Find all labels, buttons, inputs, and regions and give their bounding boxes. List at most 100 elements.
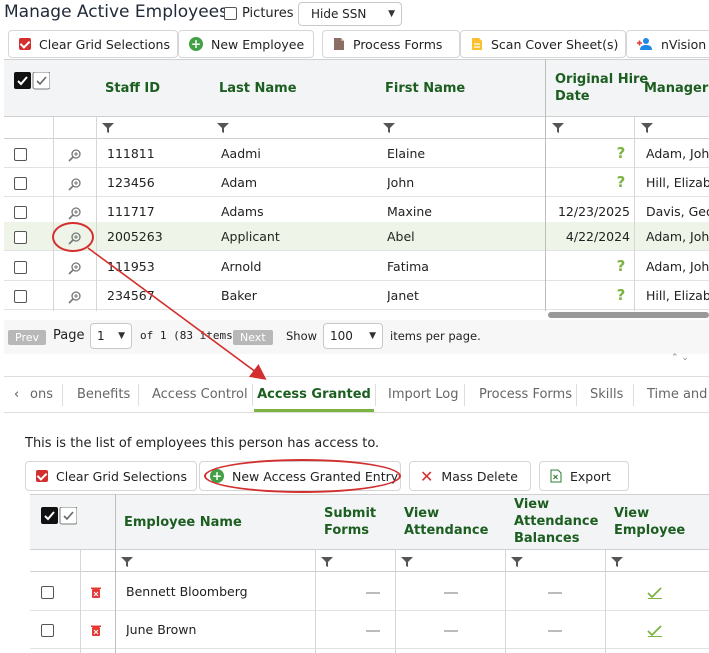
filter-icon[interactable] (102, 123, 114, 133)
table-row[interactable]: June Brown (30, 611, 709, 649)
page-number-select[interactable]: 1 ▼ (90, 323, 132, 349)
tab-add-ons[interactable]: ons (30, 378, 53, 412)
filter-icon[interactable] (401, 557, 413, 567)
row-checkbox[interactable] (14, 177, 27, 190)
cell-last-name: Arnold (221, 259, 262, 274)
col-first-name[interactable]: First Name (385, 80, 465, 97)
row-checkbox[interactable] (41, 624, 54, 637)
ssn-select-value: Hide SSN (311, 7, 367, 21)
plus-circle-icon: + (189, 37, 203, 51)
filter-icon[interactable] (217, 123, 229, 133)
add-user-icon (637, 37, 653, 51)
items-per-page-select[interactable]: 100 ▼ (323, 323, 383, 349)
filter-icon[interactable] (383, 123, 395, 133)
row-checkbox[interactable] (14, 231, 27, 244)
mass-delete-button[interactable]: ✕ Mass Delete (409, 461, 531, 491)
col-manager[interactable]: Manager / (644, 80, 709, 97)
page-number-value: 1 (97, 329, 105, 343)
cell-manager: Adam, John (646, 146, 709, 161)
pictures-toggle[interactable]: Pictures (224, 6, 293, 21)
col-employee-name[interactable]: Employee Name (124, 514, 242, 531)
submit-forms-dash (348, 573, 398, 611)
tab-access-control[interactable]: Access Control (152, 378, 248, 412)
access-select-all-checkbox[interactable] (41, 506, 78, 529)
trash-icon[interactable] (91, 573, 101, 611)
trash-icon[interactable] (91, 611, 101, 649)
row-checkbox[interactable] (41, 586, 54, 599)
new-employee-label: New Employee (211, 36, 305, 52)
tab-process-forms[interactable]: Process Forms (479, 378, 572, 412)
close-icon: ✕ (420, 466, 434, 486)
tab-import-log[interactable]: Import Log (388, 378, 459, 412)
export-button[interactable]: Export (539, 461, 629, 491)
select-all-checkbox[interactable] (14, 71, 51, 94)
filter-icon[interactable] (121, 557, 133, 567)
tab-benefits[interactable]: Benefits (77, 378, 130, 412)
cell-hire-date: 4/22/2024 (565, 229, 630, 244)
table-row[interactable]: 111811AadmiElaine?Adam, John (4, 139, 709, 168)
access-clear-grid-button[interactable]: Clear Grid Selections (25, 461, 197, 491)
cell-first-name: Abel (387, 229, 415, 244)
zoom-icon[interactable] (68, 252, 82, 281)
table-row[interactable]: 111953ArnoldFatima?Adam, John (4, 252, 709, 281)
annotation-circle-zoom (52, 222, 94, 252)
filter-icon[interactable] (321, 557, 333, 567)
show-label: Show (286, 329, 318, 343)
filter-icon[interactable] (511, 557, 523, 567)
tab-scroll-left-icon[interactable]: ‹ (14, 378, 26, 412)
table-row[interactable]: Bennett Bloomberg (30, 573, 709, 611)
col-view-employee[interactable]: View Employee (614, 505, 685, 539)
row-checkbox[interactable] (14, 148, 27, 161)
checked-box-icon (36, 470, 48, 482)
pictures-checkbox[interactable] (224, 7, 237, 20)
col-submit-forms-line2: Forms (324, 523, 369, 538)
pictures-label: Pictures (242, 6, 294, 21)
cell-manager: Adam, John (646, 259, 709, 274)
new-employee-button[interactable]: + New Employee (178, 30, 314, 58)
next-page-button[interactable]: Next (233, 330, 273, 345)
ssn-select[interactable]: Hide SSN ▼ (298, 2, 402, 26)
items-per-page-label: items per page. (390, 329, 481, 343)
table-row[interactable]: 2005263 Applicant Abel 4/22/2024 Adam, John (4, 222, 709, 251)
nvision-button[interactable]: nVision E (626, 30, 709, 58)
prev-page-button[interactable]: Prev (8, 330, 46, 345)
col-view-attendance-balances[interactable]: View Attendance Balances (514, 496, 598, 547)
clear-grid-selections-button[interactable]: Clear Grid Selections (8, 30, 178, 58)
filter-icon[interactable] (552, 123, 564, 133)
table-row[interactable]: 123456AdamJohn?Hill, Elizabe (4, 168, 709, 197)
process-forms-button[interactable]: Process Forms (322, 30, 460, 58)
row-checkbox[interactable] (14, 206, 27, 219)
filter-icon[interactable] (611, 557, 623, 567)
cell-first-name: Janet (387, 288, 419, 303)
col-divider (96, 117, 97, 311)
col-divider (53, 117, 54, 311)
cell-staff-id: 2005263 (107, 229, 163, 244)
filter-icon[interactable] (641, 123, 653, 133)
horizontal-scrollbar[interactable] (548, 312, 709, 318)
tab-skills[interactable]: Skills (590, 378, 623, 412)
submit-forms-dash (348, 611, 398, 649)
col-view-attendance[interactable]: View Attendance (404, 505, 488, 539)
col-last-name[interactable]: Last Name (219, 80, 297, 97)
row-checkbox[interactable] (14, 261, 27, 274)
zoom-icon[interactable] (68, 168, 82, 197)
view-attendance-dash (426, 573, 476, 611)
tab-time-and-attendance[interactable]: Time and A (647, 378, 709, 412)
table-row[interactable]: 234567BakerJanet?Hill, Elizabe (4, 281, 709, 310)
splitter-handle[interactable]: ⌃ ⌄ (660, 354, 700, 363)
tab-access-granted[interactable]: Access Granted (254, 378, 374, 412)
col-original-hire-line2: Date (555, 89, 590, 104)
col-original-hire-date[interactable]: Original Hire Date (555, 71, 648, 105)
view-balances-dash (530, 611, 580, 649)
col-staff-id[interactable]: Staff ID (105, 80, 160, 97)
row-checkbox[interactable] (14, 290, 27, 303)
zoom-icon[interactable] (68, 139, 82, 168)
cell-staff-id: 123456 (107, 175, 155, 190)
col-submit-forms[interactable]: Submit Forms (324, 505, 376, 539)
scan-cover-sheets-button[interactable]: Scan Cover Sheet(s) (460, 30, 626, 58)
export-label: Export (570, 468, 611, 484)
check-icon (630, 573, 680, 611)
tab-strip-bottom (4, 412, 709, 413)
cell-employee-name: June Brown (126, 622, 197, 637)
zoom-icon[interactable] (68, 281, 82, 310)
